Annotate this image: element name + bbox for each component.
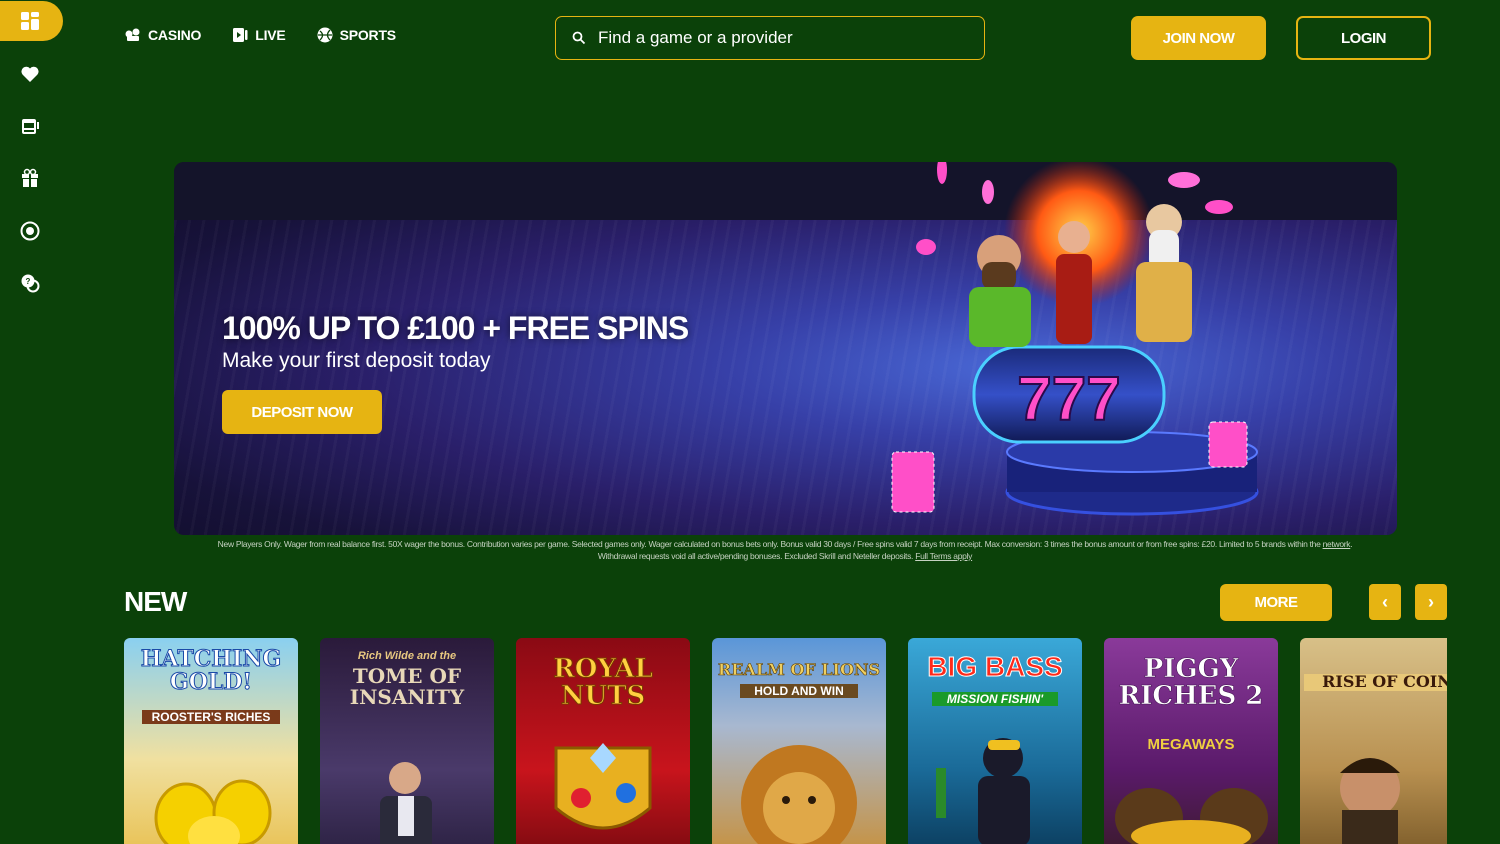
reel-symbols: 777	[1017, 365, 1120, 434]
chip-3	[1168, 172, 1200, 188]
game-subtitle: HOLD AND WIN	[740, 684, 858, 698]
promo-banner[interactable]: 777 100% UP TO £100 + FREE SPINS Make yo…	[174, 162, 1397, 535]
heart-icon	[21, 66, 39, 82]
character-lumberjack-body	[969, 287, 1031, 347]
game-tile-rise-of-coin[interactable]: RISE OF COIN	[1300, 638, 1447, 844]
ball-icon	[317, 27, 333, 43]
slot-machine-illustration: 777	[891, 162, 1259, 516]
explorer-art	[1340, 758, 1400, 844]
nav-casino-label: CASINO	[148, 27, 202, 43]
money-bags-art	[1115, 788, 1268, 844]
nav-casino[interactable]: CASINO	[124, 26, 201, 44]
search-input[interactable]	[598, 28, 958, 48]
network-link[interactable]: network	[1323, 539, 1351, 549]
search-bar[interactable]	[555, 16, 985, 60]
game-tile-realm-of-lions[interactable]: REALM OF LIONS HOLD AND WIN	[712, 638, 886, 844]
sidebar-item-live-casino[interactable]	[0, 211, 62, 251]
carousel-prev-button[interactable]: ‹	[1369, 584, 1401, 620]
jewel-shield-art	[554, 743, 652, 830]
sidebar-item-lobby[interactable]	[0, 1, 63, 41]
chat-icon: ?	[21, 274, 40, 293]
rich-wilde-art	[380, 762, 432, 844]
character-fire-lady-head	[1058, 221, 1090, 253]
sidebar-item-slots[interactable]	[0, 106, 62, 146]
game-tile-piggy-riches-2[interactable]: PIGGY RICHES 2 MEGAWAYS	[1104, 638, 1278, 844]
nav-sports-label: SPORTS	[339, 27, 397, 43]
game-tile-hatching-gold[interactable]: HATCHING GOLD! ROOSTER'S RICHES	[124, 638, 298, 844]
game-subtitle: MEGAWAYS	[1147, 736, 1235, 753]
cards-icon	[125, 28, 140, 41]
gift-icon	[22, 168, 38, 187]
terms-text-1: New Players Only. Wager from real balanc…	[217, 539, 1321, 549]
bonus-terms: New Players Only. Wager from real balanc…	[200, 538, 1370, 562]
game-subtitle: Rich Wilde and the	[357, 650, 457, 662]
game-title: BIG BASS	[927, 651, 1063, 682]
main-nav: CASINO LIVE SPORTS	[124, 26, 396, 44]
slot-machine-icon	[22, 119, 39, 134]
sidebar-item-support[interactable]: ?	[0, 263, 62, 303]
nav-live-label: LIVE	[255, 27, 286, 43]
game-title: ROYAL NUTS	[553, 654, 654, 712]
grid-icon	[21, 12, 39, 30]
golden-eggs-art	[154, 779, 272, 844]
game-title: TOME OF INSANITY	[349, 664, 465, 709]
chip-stack-left	[891, 451, 935, 513]
game-tile-big-bass[interactable]: BIG BASS MISSION FISHIN'	[908, 638, 1082, 844]
full-terms-link[interactable]: Full Terms apply	[915, 551, 972, 561]
deposit-now-button[interactable]: DEPOSIT NOW	[222, 390, 382, 434]
game-tile-tome-of-insanity[interactable]: Rich Wilde and the TOME OF INSANITY	[320, 638, 494, 844]
character-fire-lady-body	[1056, 254, 1092, 344]
nav-live[interactable]: LIVE	[231, 26, 286, 44]
banner-title: 100% UP TO £100 + FREE SPINS	[222, 310, 689, 346]
chip-2	[982, 180, 994, 204]
diver-fisherman-art	[936, 738, 1030, 844]
game-title: PIGGY RICHES 2	[1118, 654, 1264, 712]
new-section-title: NEW	[124, 586, 187, 617]
chip-icon	[20, 221, 40, 241]
character-lumberjack-beard	[982, 262, 1016, 290]
more-button[interactable]: MORE	[1220, 584, 1332, 621]
login-button[interactable]: LOGIN	[1296, 16, 1431, 60]
chip-stack-right	[1208, 421, 1248, 468]
game-subtitle: MISSION FISHIN'	[932, 692, 1058, 706]
join-now-button[interactable]: JOIN NOW	[1131, 16, 1266, 60]
game-title: RISE OF COIN	[1304, 673, 1447, 691]
game-title: REALM OF LIONS	[717, 660, 881, 679]
svg-text:?: ?	[26, 277, 31, 286]
chip-4	[1205, 200, 1233, 214]
sidebar-item-promotions[interactable]	[0, 158, 62, 198]
live-dealer-icon	[233, 28, 248, 42]
game-subtitle: ROOSTER'S RICHES	[142, 710, 280, 724]
nav-sports[interactable]: SPORTS	[316, 26, 396, 44]
game-tile-royal-nuts[interactable]: ROYAL NUTS	[516, 638, 690, 844]
chip-1	[937, 162, 947, 184]
game-title: HATCHING GOLD!	[140, 646, 282, 696]
lion-art	[741, 745, 857, 844]
carousel-next-button[interactable]: ›	[1415, 584, 1447, 620]
sidebar: ?	[0, 0, 63, 844]
search-icon	[572, 31, 586, 45]
character-zeus-body	[1136, 262, 1192, 342]
banner-subtitle: Make your first deposit today	[222, 349, 491, 372]
chip-5	[916, 239, 936, 255]
new-games-carousel: HATCHING GOLD! ROOSTER'S RICHES Rich Wil…	[124, 638, 1447, 844]
sidebar-item-favourites[interactable]	[0, 54, 62, 94]
